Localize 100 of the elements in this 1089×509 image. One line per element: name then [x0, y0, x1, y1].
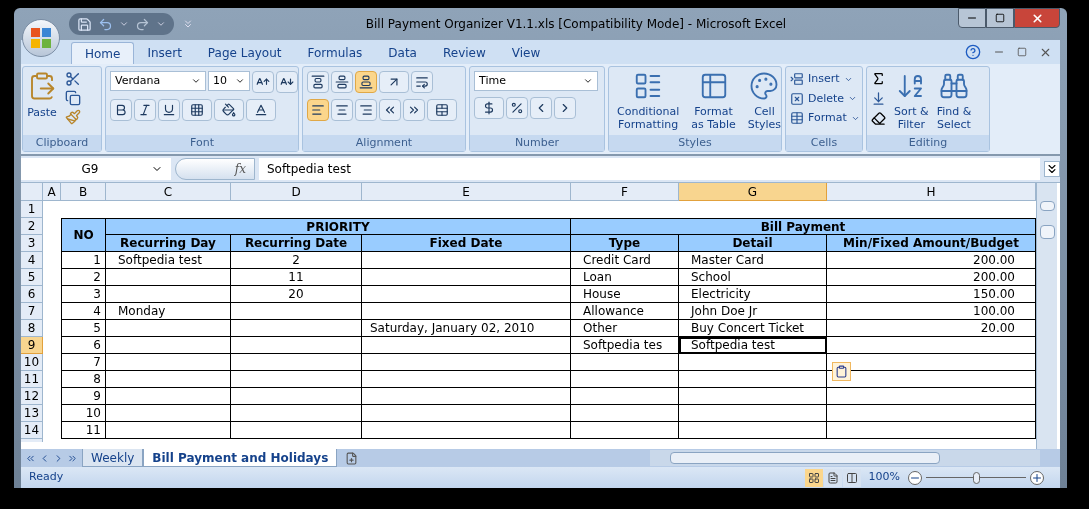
- underline-button[interactable]: [158, 99, 180, 121]
- zoom-in-icon[interactable]: [1030, 470, 1044, 485]
- restore-workbook-icon[interactable]: [1017, 47, 1027, 57]
- formula-field[interactable]: Softpedia test: [259, 158, 1040, 180]
- copy-icon[interactable]: [65, 90, 81, 106]
- ribbon-tab[interactable]: Insert: [134, 42, 195, 64]
- paste-button[interactable]: Paste: [27, 71, 65, 135]
- help-icon[interactable]: [965, 44, 981, 60]
- row-header[interactable]: 13: [21, 405, 43, 422]
- close-button[interactable]: [1014, 8, 1060, 28]
- horizontal-align-button[interactable]: [307, 99, 329, 121]
- font-color-button[interactable]: [246, 99, 276, 121]
- row-header[interactable]: 2: [21, 218, 43, 235]
- grow-font-button[interactable]: [252, 71, 274, 93]
- maximize-button[interactable]: [986, 8, 1014, 28]
- column-header[interactable]: C: [106, 183, 231, 201]
- insert-sheet-icon[interactable]: [345, 451, 359, 465]
- ribbon-tab[interactable]: Data: [375, 42, 430, 64]
- table-cell-text: 1: [93, 252, 101, 269]
- increase-indent-button[interactable]: [403, 99, 425, 121]
- column-header[interactable]: H: [827, 183, 1036, 201]
- sheet-tab[interactable]: Weekly: [82, 449, 144, 467]
- zoom-out-icon[interactable]: [908, 470, 922, 485]
- font-name-field[interactable]: Verdana: [110, 71, 206, 91]
- undo-icon[interactable]: [98, 16, 113, 32]
- row-header[interactable]: 14: [21, 422, 43, 439]
- status-text: Ready: [28, 469, 65, 486]
- shrink-font-button[interactable]: [276, 71, 298, 93]
- currency-button[interactable]: [474, 97, 504, 119]
- column-header[interactable]: B: [61, 183, 106, 201]
- conditional-formatting-button[interactable]: Conditional Formatting: [613, 71, 684, 135]
- insert-function-button[interactable]: fx: [234, 160, 246, 178]
- zoom-level[interactable]: 100%: [860, 469, 908, 486]
- ribbon-tab[interactable]: Page Layout: [194, 42, 295, 64]
- row-header[interactable]: 11: [21, 371, 43, 388]
- clear-icon[interactable]: [871, 111, 886, 126]
- fill-icon[interactable]: [871, 91, 886, 106]
- row-header[interactable]: 5: [21, 269, 43, 286]
- row-header[interactable]: 3: [21, 235, 43, 252]
- cell-styles-button[interactable]: Cell Styles: [743, 71, 786, 135]
- zoom-slider-thumb[interactable]: [973, 471, 980, 484]
- fill-color-button[interactable]: [214, 99, 244, 121]
- row-header[interactable]: 8: [21, 320, 43, 337]
- table-cell-text: Other: [583, 320, 618, 337]
- cut-icon[interactable]: [65, 71, 81, 87]
- ribbon-tab[interactable]: Home: [71, 42, 135, 64]
- row-header[interactable]: 4: [21, 252, 43, 269]
- vertical-scrollbar[interactable]: [1036, 183, 1057, 449]
- row-header[interactable]: 9: [21, 337, 43, 354]
- borders-button[interactable]: [182, 99, 212, 121]
- zoom-slider[interactable]: [926, 470, 1026, 485]
- percent-button[interactable]: [506, 97, 528, 119]
- ribbon-tab[interactable]: View: [498, 42, 554, 64]
- paste-options-icon[interactable]: [832, 362, 851, 381]
- table-cell-text: 5: [93, 320, 101, 337]
- wrap-text-button[interactable]: [411, 71, 433, 93]
- horizontal-align-button[interactable]: [355, 99, 377, 121]
- expand-formula-icon[interactable]: [1044, 161, 1060, 177]
- save-icon[interactable]: [77, 16, 92, 32]
- ribbon-tab[interactable]: Review: [429, 42, 499, 64]
- view-mode-button[interactable]: [804, 468, 823, 487]
- merge-button[interactable]: [427, 99, 457, 121]
- row-header[interactable]: 1: [21, 201, 43, 218]
- format-button[interactable]: Format: [790, 110, 860, 127]
- column-header[interactable]: A: [43, 183, 61, 201]
- delete-button[interactable]: Delete: [790, 90, 860, 107]
- name-box[interactable]: G9: [21, 158, 171, 180]
- sort-filter-button[interactable]: Sort & Filter: [890, 71, 933, 135]
- format-as-table-button[interactable]: Format as Table: [687, 71, 740, 135]
- orientation-button[interactable]: [379, 71, 409, 93]
- bold-button[interactable]: [110, 99, 132, 121]
- font-size-field[interactable]: 10: [208, 71, 250, 91]
- horizontal-align-button[interactable]: [331, 99, 353, 121]
- minimize-button[interactable]: [958, 8, 986, 28]
- column-header[interactable]: E: [362, 183, 571, 201]
- column-header[interactable]: D: [231, 183, 362, 201]
- vertical-align-button[interactable]: [307, 71, 329, 93]
- office-button[interactable]: [22, 19, 60, 57]
- italic-button[interactable]: [134, 99, 156, 121]
- column-header[interactable]: G: [679, 183, 827, 201]
- decrease-indent-button[interactable]: [379, 99, 401, 121]
- row-header[interactable]: 7: [21, 303, 43, 320]
- column-header[interactable]: F: [571, 183, 679, 201]
- caret-icon: [191, 76, 201, 86]
- ribbon-tab[interactable]: Formulas: [294, 42, 376, 64]
- row-header[interactable]: 6: [21, 286, 43, 303]
- number-format-field[interactable]: Time: [474, 71, 598, 91]
- insert-button[interactable]: Insert: [790, 71, 860, 88]
- row-header[interactable]: 12: [21, 388, 43, 405]
- sheet-tab[interactable]: Bill Payment and Holidays: [143, 449, 338, 467]
- row-header[interactable]: 10: [21, 354, 43, 371]
- format-painter-icon[interactable]: [65, 109, 81, 125]
- decimal-right-button[interactable]: [554, 97, 576, 119]
- horizontal-scrollbar[interactable]: [650, 450, 1040, 466]
- autosum-icon[interactable]: [871, 71, 886, 86]
- vertical-align-button[interactable]: [331, 71, 353, 93]
- redo-icon[interactable]: [135, 16, 150, 32]
- find-select-button[interactable]: Find & Select: [932, 71, 976, 135]
- vertical-align-button[interactable]: [355, 71, 377, 93]
- decimal-left-button[interactable]: [530, 97, 552, 119]
